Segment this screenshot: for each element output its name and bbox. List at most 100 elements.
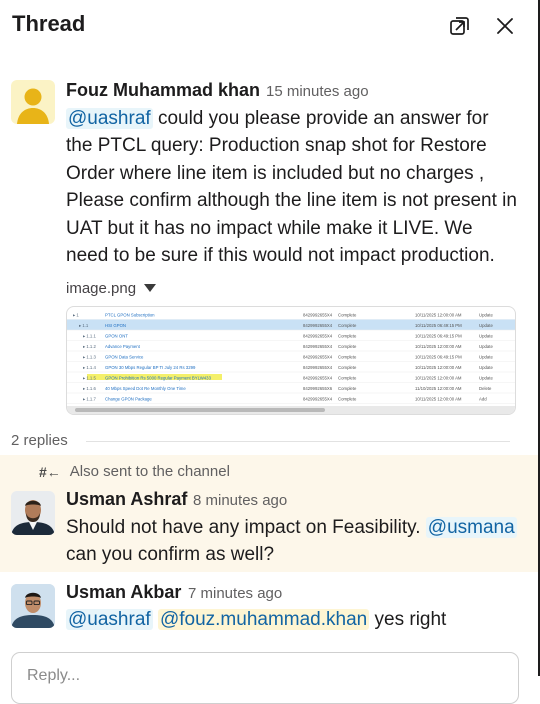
attachment-scrollbar-thumb — [75, 408, 325, 412]
attachment-cell: Delete — [479, 386, 492, 391]
default-avatar-icon — [17, 88, 49, 124]
message-body: Should not have any impact on Feasibilit… — [66, 514, 518, 569]
popout-button[interactable] — [446, 12, 474, 40]
attachment-cell: Complete — [338, 397, 357, 402]
attachment-cell: 40 Mbps Speed Dot Re Monthly One Time — [105, 386, 186, 391]
attachment-cell: ▸ 1.1.2 — [83, 344, 97, 349]
attachment-cell: Complete — [338, 313, 357, 318]
user-mention[interactable]: @uashraf — [66, 609, 153, 630]
attachment-row: ▸ 1.1.1 GPON ONT 8429992655X4 Complete 10/11… — [67, 334, 515, 341]
image-attachment[interactable]: ▸ 1 PTCL GPON Subscription 8429992655X4 Com… — [66, 306, 516, 415]
thread-header: Thread — [0, 0, 538, 52]
attachment-cell: ▸ 1.1.1 — [83, 334, 97, 339]
attachment-row: ▸ 1 PTCL GPON Subscription 8429992655X4 Com… — [67, 313, 515, 320]
avatar[interactable] — [11, 80, 55, 124]
message-timestamp[interactable]: 8 minutes ago — [193, 492, 287, 509]
attachment-cell: Update — [479, 365, 493, 370]
attachment-row: ▸ 1.1.6 40 Mbps Speed Dot Re Monthly One … — [67, 386, 515, 394]
attachment-cell: ▸ 1.1 — [79, 323, 89, 328]
message-body: @uashraf could you please provide an ans… — [66, 105, 518, 269]
attachment-cell: Complete — [338, 334, 357, 339]
attachment-cell: 8429992655X4 — [303, 313, 333, 318]
author-name[interactable]: Usman Akbar — [66, 582, 181, 603]
reply-placeholder[interactable]: Reply... — [27, 667, 80, 685]
attachment-cell: Update — [479, 376, 493, 381]
attachment-cell: Complete — [338, 355, 357, 360]
replies-count: 2 replies — [11, 432, 68, 449]
message-body: @uashraf @fouz.muhammad.khan yes right — [66, 606, 518, 633]
attachment-cell: Update — [479, 344, 493, 349]
attachment-cell: ▸ 1.1.3 — [83, 355, 97, 360]
file-name-row[interactable]: image.png — [66, 280, 157, 297]
attachment-cell: 10/11/2025 12:00:00 AM — [415, 344, 462, 349]
attachment-cell: Add — [479, 397, 487, 402]
attachment-cell: 8429992655X4 — [303, 397, 333, 402]
attachment-cell: Complete — [338, 376, 357, 381]
popout-icon — [450, 17, 469, 35]
replies-divider-line — [86, 441, 510, 442]
close-button[interactable] — [491, 12, 519, 40]
message-timestamp[interactable]: 15 minutes ago — [266, 83, 369, 100]
user-mention[interactable]: @uashraf — [66, 108, 153, 129]
author-name[interactable]: Fouz Muhammad khan — [66, 80, 260, 101]
hash-arrow-icon: #← — [39, 463, 61, 480]
user-mention[interactable]: @fouz.muhammad.khan — [157, 609, 370, 630]
author-name[interactable]: Usman Ashraf — [66, 489, 187, 510]
attachment-cell: 8429992655X6 — [303, 386, 333, 391]
avatar[interactable] — [11, 491, 55, 535]
attachment-cell: GPON Prohibition Rs 5000 Regular Payment… — [105, 376, 212, 381]
attachment-cell: Complete — [338, 386, 357, 391]
attachment-cell: GPON Data Service — [105, 355, 144, 360]
attachment-cell: 8429992655X4 — [303, 376, 333, 381]
file-name[interactable]: image.png — [66, 280, 136, 297]
attachment-cell: Complete — [338, 365, 357, 370]
also-sent-note: #← Also sent to the channel — [39, 463, 230, 480]
message-text: Should not have any impact on Feasibilit… — [66, 517, 421, 538]
attachment-row: ▸ 1.1.2 Advance Payment 8429992655X4 Comple… — [67, 344, 515, 352]
attachment-cell: 8429992655X4 — [303, 323, 333, 328]
attachment-cell: Change GPON Package — [105, 397, 152, 402]
attachment-cell: Update — [479, 334, 493, 339]
attachment-cell: ▸ 1.1.4 — [83, 365, 97, 370]
attachment-cell: 10/11/2025 12:00:00 AM — [415, 397, 462, 402]
attachment-cell: 8429992655X4 — [303, 344, 333, 349]
user-photo-icon — [11, 584, 55, 628]
reply-composer[interactable]: Reply... — [11, 652, 519, 704]
attachment-row: ▸ 1.1.7 Change GPON Package 8429992655X4 Co… — [67, 397, 515, 404]
message-timestamp[interactable]: 7 minutes ago — [188, 585, 282, 602]
image-attachment-preview: ▸ 1 PTCL GPON Subscription 8429992655X4 Com… — [67, 313, 515, 414]
attachment-cell: PTCL GPON Subscription — [105, 313, 155, 318]
attachment-cell: 8429992655X4 — [303, 334, 333, 339]
attachment-cell: Complete — [338, 323, 357, 328]
attachment-cell: GPON ONT — [105, 334, 128, 339]
attachment-cell: 10/11/2025 06:49:15 PM — [415, 334, 462, 339]
message-text: yes right — [374, 609, 447, 630]
attachment-cell: 10/11/2025 06:49:15 PM — [415, 323, 462, 328]
attachment-cell: HSI GPON — [105, 323, 126, 328]
attachment-row: ▸ 1.1.4 GPON 30 Mbps Regular BP TI July 2… — [67, 365, 515, 373]
attachment-cell: Complete — [338, 344, 357, 349]
message-text: could you please provide an answer for t… — [66, 108, 517, 267]
caret-down-icon[interactable] — [144, 284, 157, 293]
thread-title: Thread — [12, 11, 86, 36]
attachment-cell: Advance Payment — [105, 344, 141, 349]
attachment-cell: Update — [479, 355, 493, 360]
attachment-cell: Update — [479, 323, 493, 328]
attachment-cell: GPON 30 Mbps Regular BP TI July 24 Rs 32… — [105, 365, 196, 370]
attachment-row: ▸ 1.1.5 GPON Prohibition Rs 5000 Regular … — [67, 374, 515, 383]
attachment-row: ▸ 1.1.3 GPON Data Service 8429992655X4 Comp… — [67, 355, 515, 362]
also-sent-text: Also sent to the channel — [69, 463, 230, 480]
avatar[interactable] — [11, 584, 55, 628]
attachment-cell: 10/11/2025 12:00:00 AM — [415, 313, 462, 318]
message-text: can you confirm as well? — [66, 544, 275, 566]
attachment-cell: 10/11/2025 06:49:15 PM — [415, 355, 462, 360]
attachment-cell: ▸ 1.1.5 — [83, 376, 97, 381]
user-photo-icon — [11, 491, 55, 535]
attachment-cell: 11/10/2025 12:00:00 AM — [415, 386, 462, 391]
attachment-cell: ▸ 1 — [73, 313, 79, 318]
attachment-cell: 8429992655X4 — [303, 355, 333, 360]
user-mention[interactable]: @usmana — [425, 517, 517, 538]
attachment-cell: 10/11/2025 12:00:00 AM — [415, 376, 462, 381]
attachment-cell: ▸ 1.1.6 — [83, 386, 97, 391]
attachment-cell: 8429992655X4 — [303, 365, 333, 370]
